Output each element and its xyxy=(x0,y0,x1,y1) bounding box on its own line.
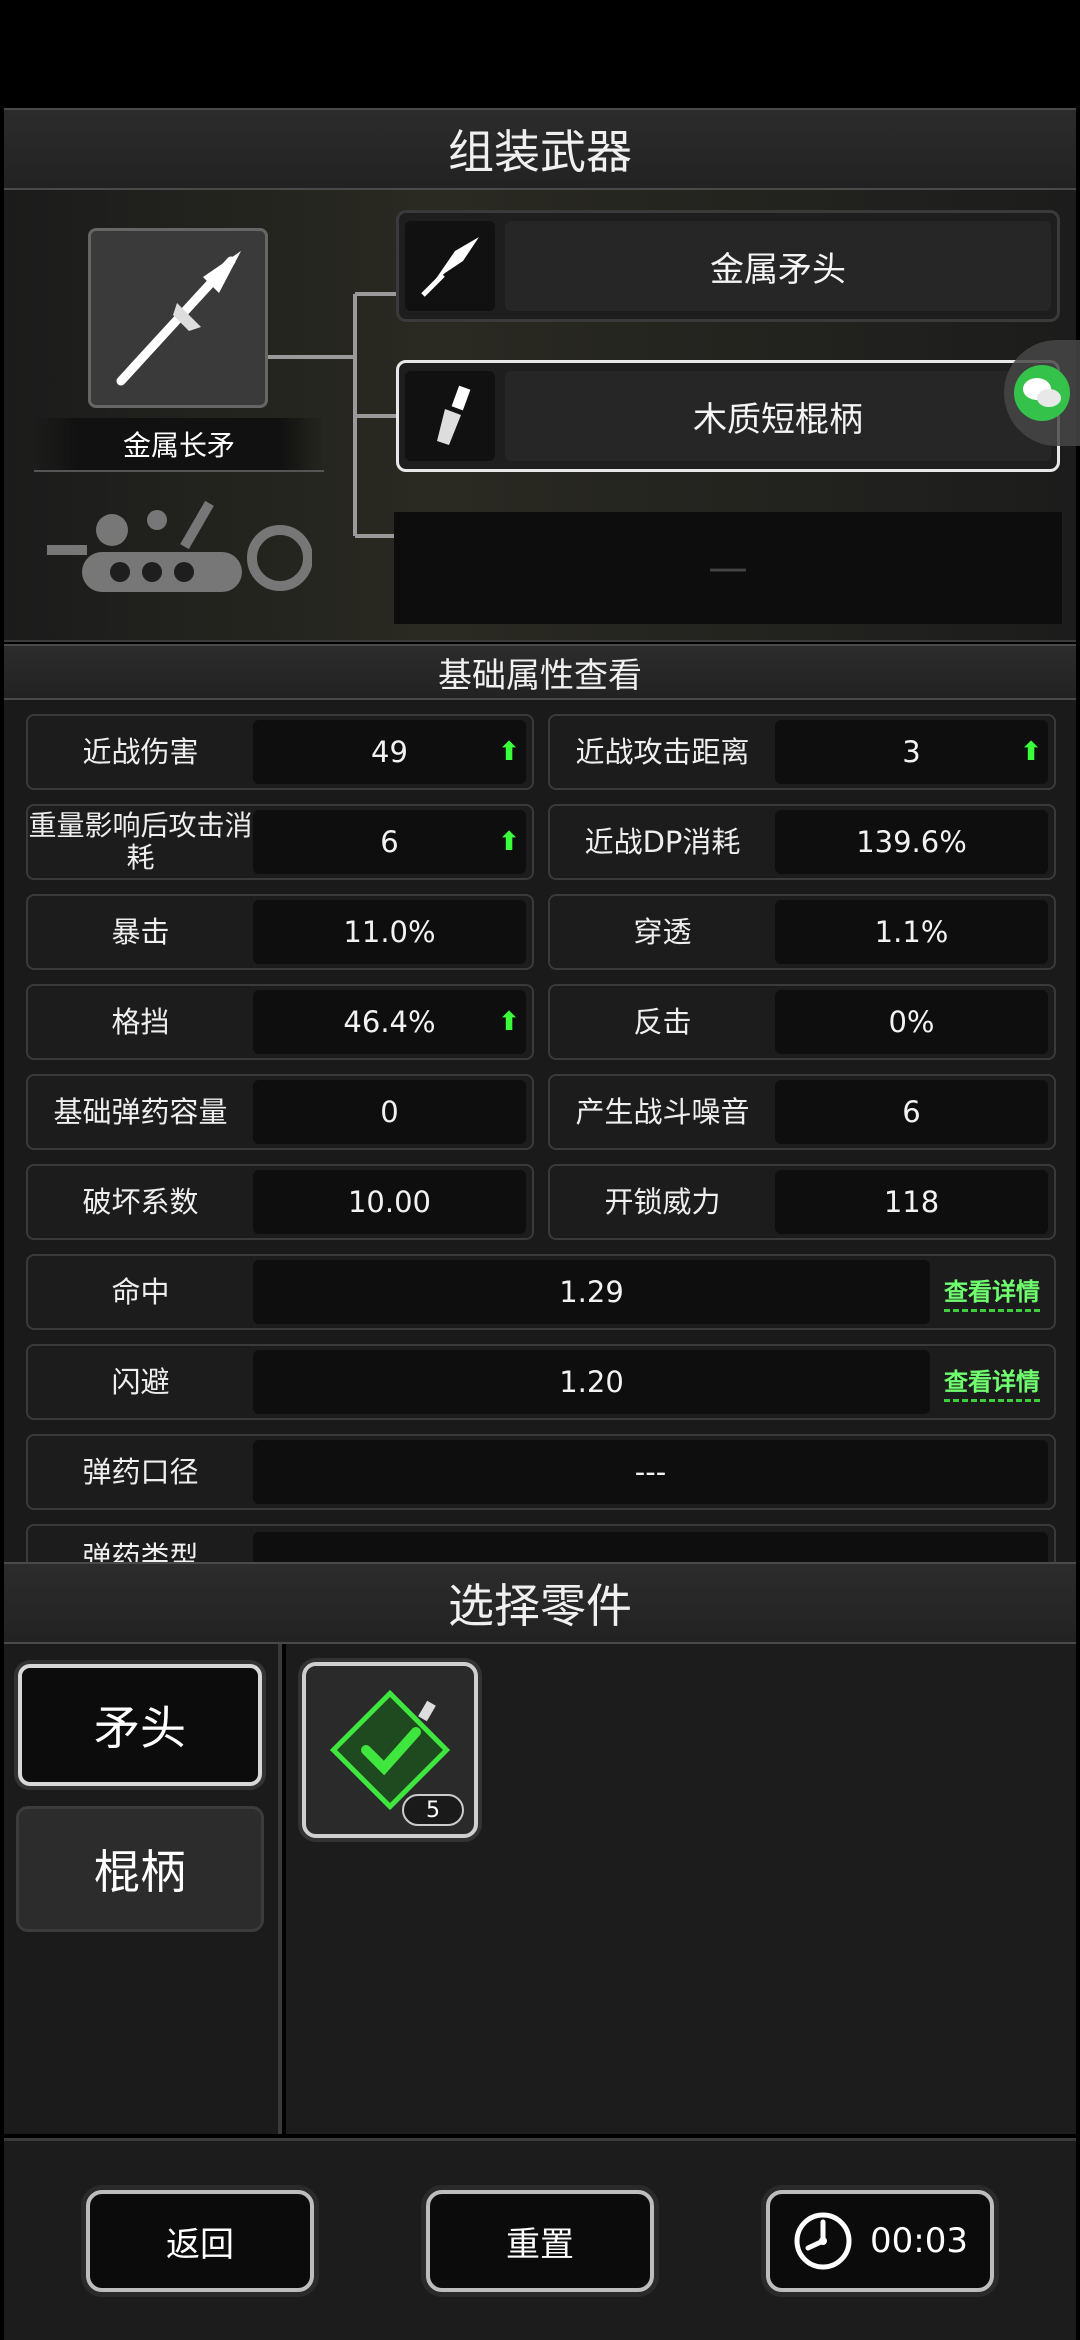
dodge-details-link[interactable]: 查看详情 xyxy=(944,1362,1040,1402)
slot-label: 金属矛头 xyxy=(505,221,1051,311)
hit-details-link[interactable]: 查看详情 xyxy=(944,1272,1040,1312)
slot-handle[interactable]: 木质短棍柄 xyxy=(396,360,1060,472)
stat-melee-dp: 近战DP消耗 139.6% xyxy=(548,804,1056,880)
stat-unlock-power: 开锁威力 118 xyxy=(548,1164,1056,1240)
increase-arrow-icon: ⬆ xyxy=(498,737,520,767)
connector-lines xyxy=(268,190,408,642)
stat-hit: 命中 1.29 查看详情 xyxy=(26,1254,1056,1330)
spearhead-icon xyxy=(405,221,495,311)
stat-melee-range: 近战攻击距离 3 ⬆ xyxy=(548,714,1056,790)
reset-button[interactable]: 重置 xyxy=(426,2190,654,2292)
stat-ammo-type: 弹药类型 xyxy=(26,1524,1056,1562)
parts-header: 选择零件 xyxy=(4,1562,1076,1644)
slot-empty-label: — xyxy=(708,545,748,591)
handle-icon xyxy=(405,371,495,461)
category-handle[interactable]: 棍柄 xyxy=(16,1806,264,1932)
stat-destruction: 破坏系数 10.00 xyxy=(26,1164,534,1240)
stat-block: 格挡 46.4% ⬆ xyxy=(26,984,534,1060)
timer-button[interactable]: 00:03 xyxy=(766,2190,994,2292)
stat-counter: 反击 0% xyxy=(548,984,1056,1060)
parts-title: 选择零件 xyxy=(448,1579,632,1633)
weapon-name: 金属长矛 xyxy=(122,429,235,462)
stats-title: 基础属性查看 xyxy=(438,655,642,696)
category-spearhead[interactable]: 矛头 xyxy=(18,1664,262,1786)
stat-weight-cost: 重量影响后攻击消耗 6 ⬆ xyxy=(26,804,534,880)
stat-dodge: 闪避 1.20 查看详情 xyxy=(26,1344,1056,1420)
stat-melee-damage: 近战伤害 49 ⬆ xyxy=(26,714,534,790)
slot-label: 木质短棍柄 xyxy=(505,371,1051,461)
part-item[interactable]: 5 xyxy=(302,1662,478,1838)
increase-arrow-icon: ⬆ xyxy=(1020,737,1042,767)
increase-arrow-icon: ⬆ xyxy=(498,1007,520,1037)
increase-arrow-icon: ⬆ xyxy=(498,827,520,857)
spear-icon xyxy=(116,251,241,386)
assemble-header: 组装武器 xyxy=(4,108,1076,190)
weapon-preview xyxy=(88,228,268,408)
slot-spearhead[interactable]: 金属矛头 xyxy=(396,210,1060,322)
stat-caliber: 弹药口径 --- xyxy=(26,1434,1056,1510)
stat-pierce: 穿透 1.1% xyxy=(548,894,1056,970)
clock-icon xyxy=(794,2212,852,2270)
stats-panel[interactable]: 近战伤害 49 ⬆ 近战攻击距离 3 ⬆ 重量影响后攻击消耗 6 ⬆ 近战DP消耗 1… xyxy=(4,700,1076,1562)
back-button[interactable]: 返回 xyxy=(86,2190,314,2292)
stat-ammo-capacity: 基础弹药容量 0 xyxy=(26,1074,534,1150)
slot-empty[interactable]: — xyxy=(394,512,1062,624)
stats-header: 基础属性查看 xyxy=(4,644,1076,700)
part-count-badge: 5 xyxy=(402,1794,464,1826)
stat-noise: 产生战斗噪音 6 xyxy=(548,1074,1056,1150)
timer-text: 00:03 xyxy=(870,2221,968,2261)
stat-crit: 暴击 11.0% xyxy=(26,894,534,970)
page-title: 组装武器 xyxy=(448,125,632,179)
